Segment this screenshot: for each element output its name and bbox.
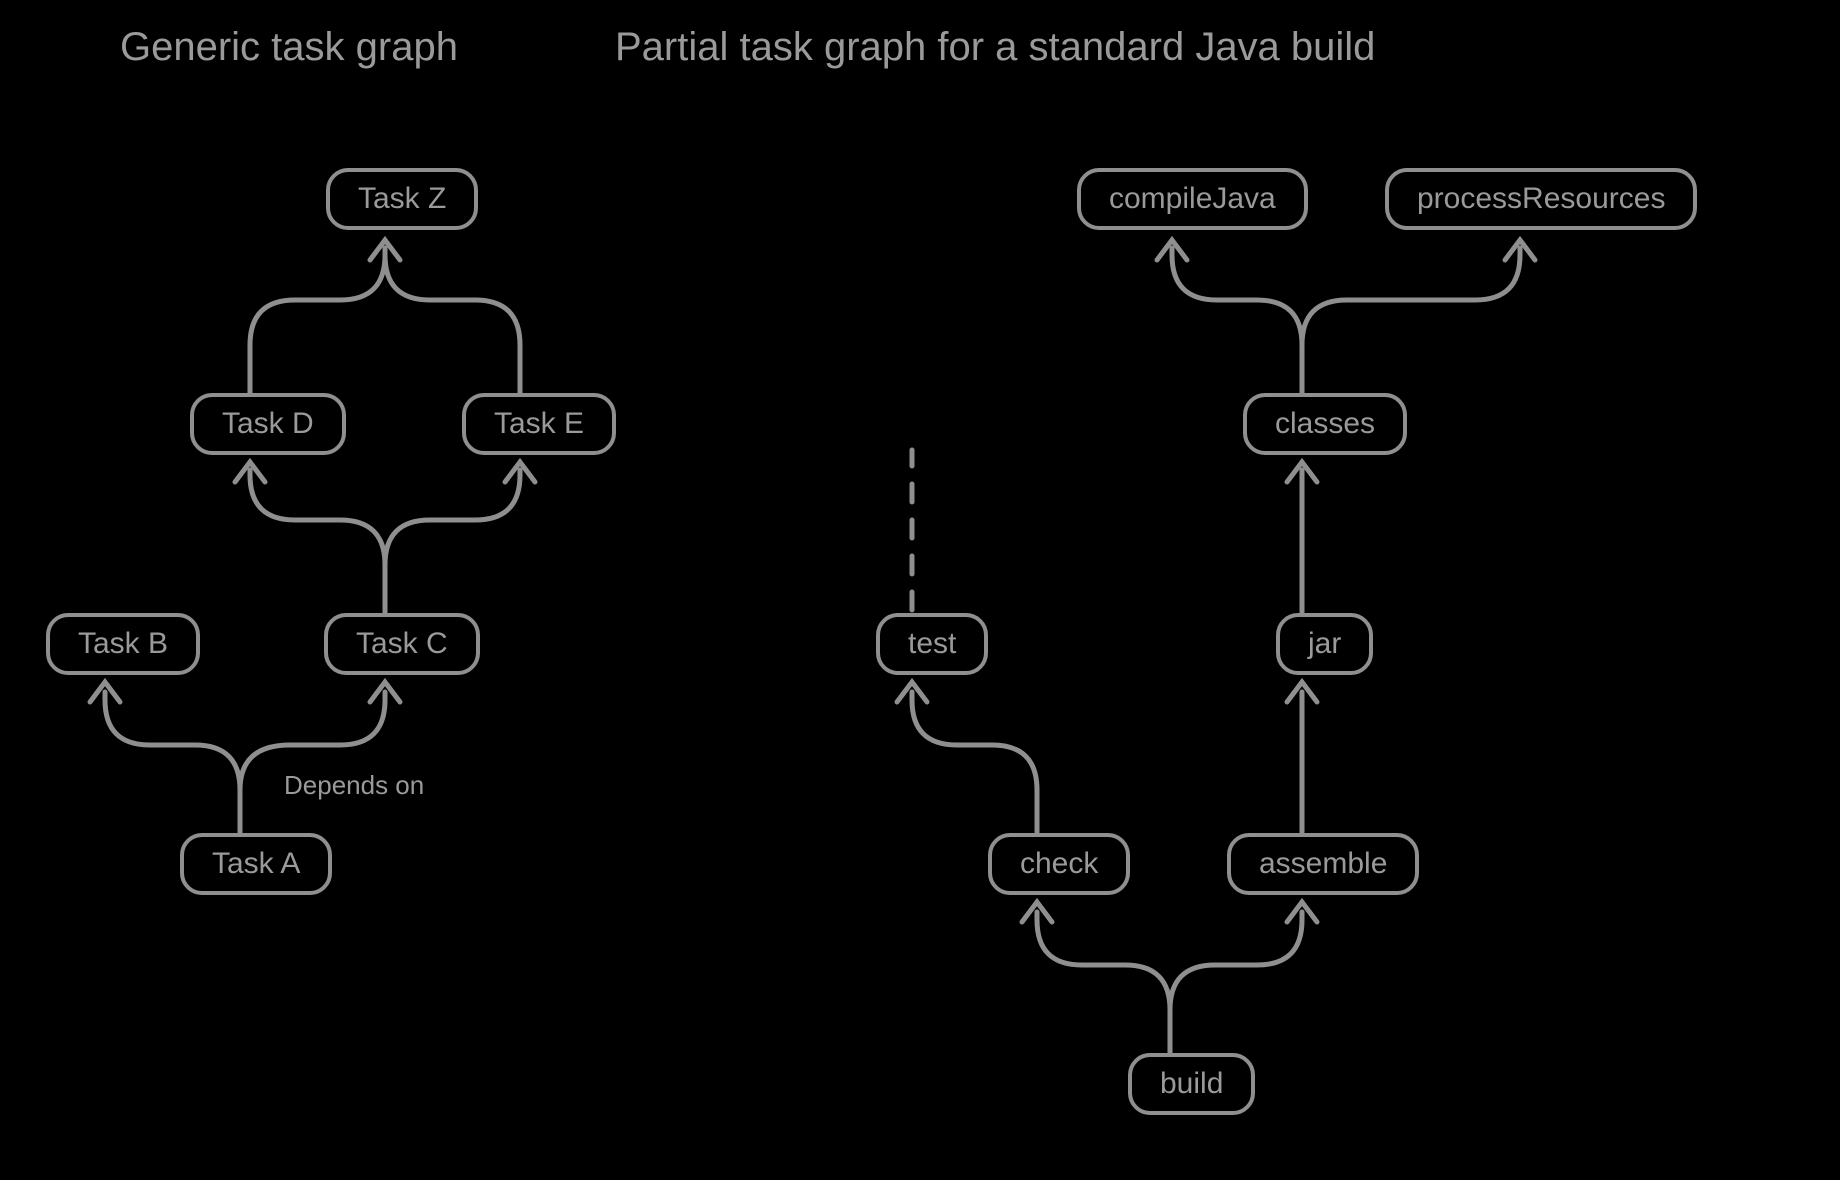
edge-d-to-z	[250, 248, 385, 394]
node-assemble: assemble	[1227, 833, 1419, 895]
edge-check-to-test	[912, 692, 1037, 832]
node-processresources: processResources	[1385, 168, 1697, 230]
node-check: check	[988, 833, 1130, 895]
arrowhead-test	[897, 682, 927, 702]
node-compilejava: compileJava	[1077, 168, 1308, 230]
arrowhead-c	[370, 682, 400, 702]
node-task-b: Task B	[46, 613, 200, 675]
title-right: Partial task graph for a standard Java b…	[615, 25, 1375, 70]
arrowhead-jar	[1287, 682, 1317, 702]
node-task-c: Task C	[324, 613, 480, 675]
node-build: build	[1128, 1053, 1255, 1115]
arrowhead-d	[235, 462, 265, 482]
title-left: Generic task graph	[120, 25, 458, 70]
node-classes: classes	[1243, 393, 1407, 455]
node-task-e: Task E	[462, 393, 616, 455]
edge-a-to-b	[105, 692, 240, 832]
edge-c-to-d	[250, 470, 385, 612]
edge-c-to-e	[385, 470, 520, 612]
node-task-z: Task Z	[326, 168, 478, 230]
node-task-a: Task A	[180, 833, 332, 895]
arrowhead-b	[90, 682, 120, 702]
edge-classes-to-compilejava	[1172, 248, 1302, 392]
edge-classes-to-processresources	[1302, 248, 1520, 392]
arrowhead-z	[370, 240, 400, 260]
arrowhead-check	[1022, 902, 1052, 922]
arrowhead-classes	[1287, 462, 1317, 482]
arrowhead-e	[505, 462, 535, 482]
edge-e-to-z	[385, 248, 520, 394]
arrowhead-processresources	[1505, 240, 1535, 260]
arrowhead-compilejava	[1157, 240, 1187, 260]
label-depends-on: Depends on	[284, 770, 424, 801]
arrowhead-assemble	[1287, 902, 1317, 922]
edge-build-to-check	[1037, 912, 1170, 1052]
edge-build-to-assemble	[1170, 912, 1302, 1052]
node-test: test	[876, 613, 988, 675]
edge-a-to-c	[240, 692, 385, 832]
node-jar: jar	[1276, 613, 1373, 675]
node-task-d: Task D	[190, 393, 346, 455]
